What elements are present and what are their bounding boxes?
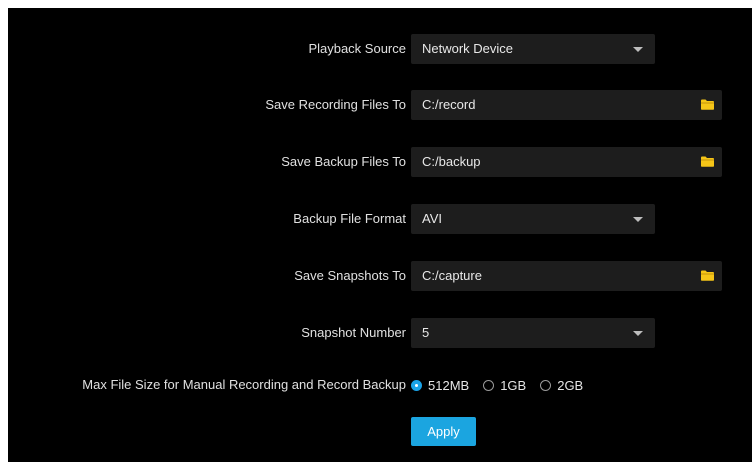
save-recording-row: Save Recording Files To C:/record [8, 90, 752, 120]
playback-source-label: Playback Source [308, 41, 406, 56]
playback-source-select[interactable]: Network Device [411, 34, 655, 64]
folder-icon[interactable] [701, 270, 714, 281]
save-snapshots-path: C:/capture [411, 261, 722, 291]
settings-panel: Playback Source Network Device Save Reco… [8, 8, 752, 462]
save-backup-path: C:/backup [411, 147, 722, 177]
radio-unselected-icon[interactable] [483, 379, 495, 391]
playback-source-value: Network Device [422, 41, 514, 56]
backup-format-select[interactable]: AVI [411, 204, 655, 234]
snapshot-number-row: Snapshot Number 5 [8, 318, 752, 348]
radio-label-1gb: 1GB [500, 377, 527, 393]
save-backup-row: Save Backup Files To C:/backup [8, 147, 752, 177]
save-recording-path: C:/record [411, 90, 722, 120]
radio-option-512mb[interactable]: 512MB [411, 378, 469, 393]
radio-selected-icon[interactable] [411, 379, 422, 391]
save-snapshots-value: C:/capture [422, 268, 482, 283]
save-recording-value: C:/record [422, 97, 476, 112]
caret-down-icon [633, 331, 643, 336]
save-snapshots-label: Save Snapshots To [294, 268, 406, 283]
caret-down-icon [633, 217, 643, 222]
max-file-size-row: Max File Size for Manual Recording and R… [8, 370, 752, 400]
save-recording-label: Save Recording Files To [265, 97, 406, 112]
radio-label-2gb: 2GB [557, 377, 584, 393]
playback-source-row: Playback Source Network Device [8, 34, 752, 64]
apply-button[interactable]: Apply [411, 417, 476, 446]
caret-down-icon [633, 47, 643, 52]
max-file-size-label: Max File Size for Manual Recording and R… [82, 377, 406, 392]
backup-format-label: Backup File Format [293, 211, 406, 226]
snapshot-number-select[interactable]: 5 [411, 318, 655, 348]
save-snapshots-row: Save Snapshots To C:/capture [8, 261, 752, 291]
save-backup-label: Save Backup Files To [281, 154, 406, 169]
folder-icon[interactable] [701, 156, 714, 167]
max-file-size-radio-group: 512MB 1GB 2GB [411, 370, 597, 400]
radio-option-2gb[interactable]: 2GB [540, 378, 583, 393]
backup-format-row: Backup File Format AVI [8, 204, 752, 234]
radio-unselected-icon[interactable] [540, 379, 552, 391]
save-backup-value: C:/backup [422, 154, 481, 169]
backup-format-value: AVI [422, 211, 442, 226]
radio-label-512mb: 512MB [428, 377, 470, 393]
snapshot-number-value: 5 [422, 325, 430, 340]
snapshot-number-label: Snapshot Number [301, 325, 406, 340]
folder-icon[interactable] [701, 99, 714, 110]
radio-option-1gb[interactable]: 1GB [483, 378, 526, 393]
